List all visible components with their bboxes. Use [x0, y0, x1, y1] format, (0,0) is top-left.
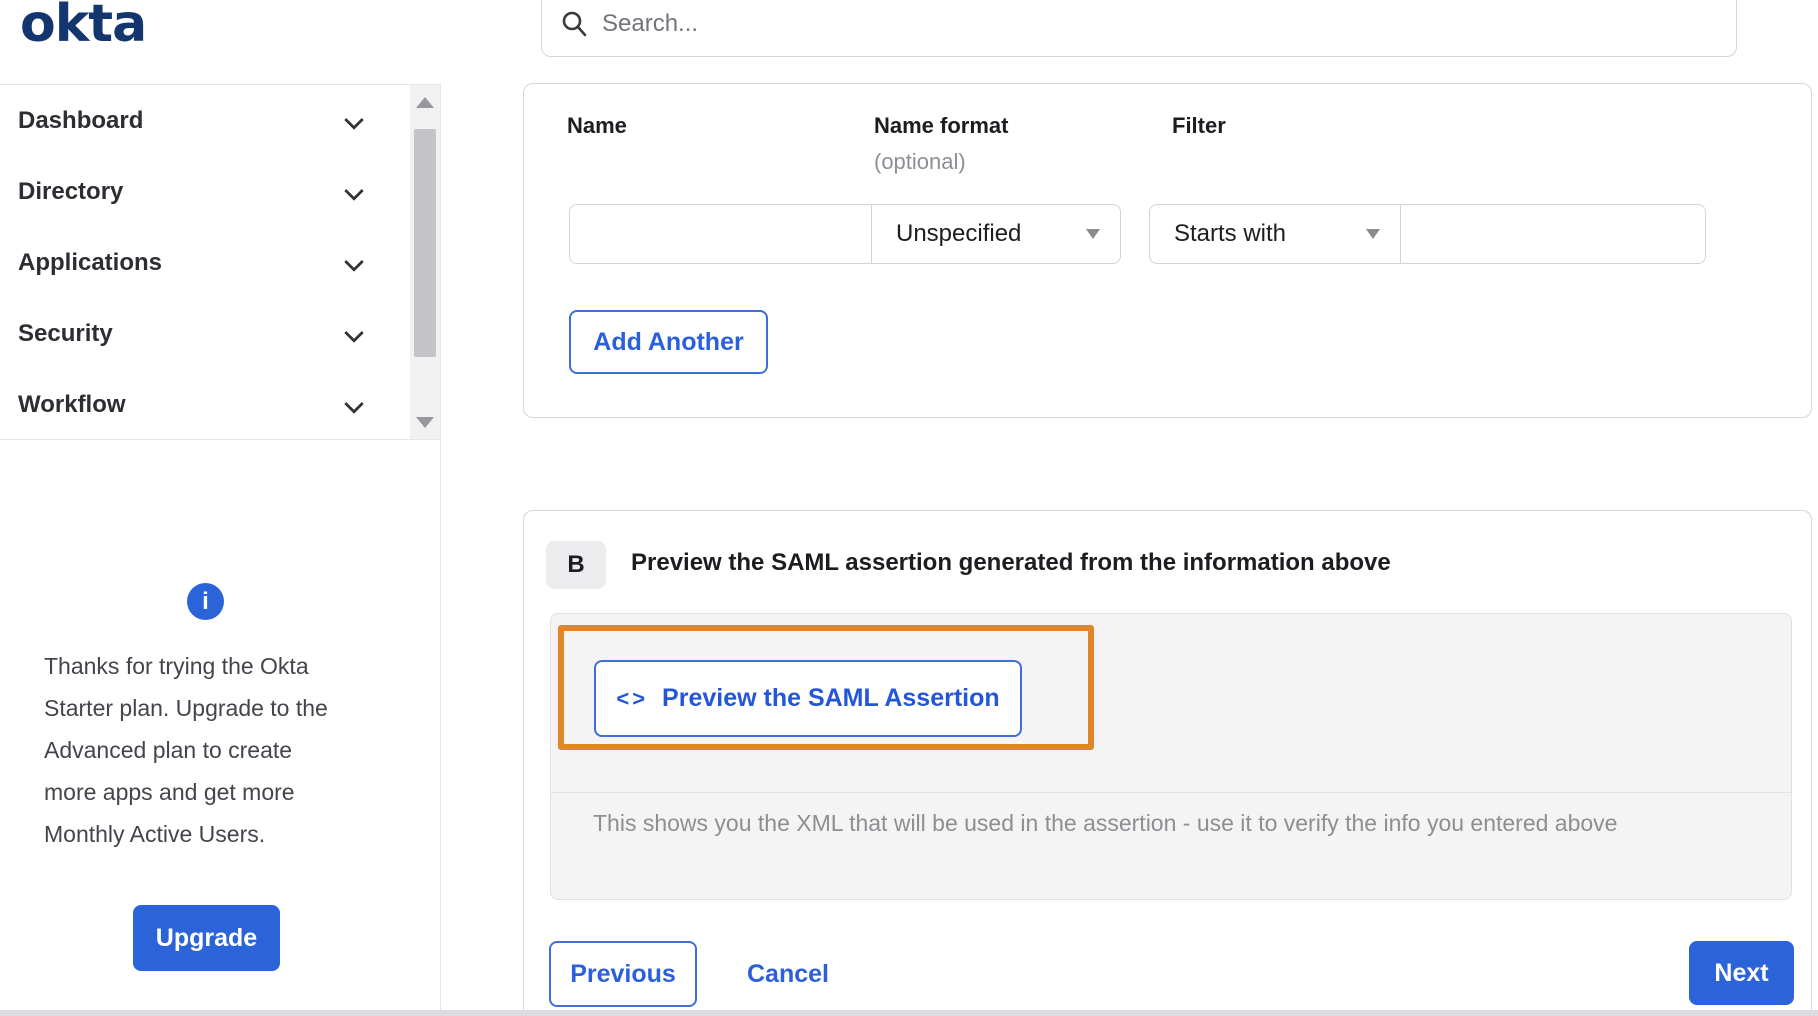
step-b-badge: B	[546, 541, 606, 589]
search-icon	[562, 11, 587, 36]
sidebar-nav: Dashboard Directory Applications Securit…	[0, 84, 440, 440]
preview-box-divider	[551, 792, 1791, 793]
info-icon: i	[187, 583, 224, 620]
triangle-down-icon	[416, 416, 434, 428]
okta-logo[interactable]: okta	[20, 0, 147, 54]
sidebar-item-label: Workflow	[18, 390, 126, 418]
caret-down-icon	[1366, 229, 1380, 239]
filter-value-input[interactable]	[1400, 205, 1705, 263]
search-bar	[541, 0, 1737, 57]
preview-saml-assertion-button[interactable]: <> Preview the SAML Assertion	[594, 660, 1022, 737]
chevron-down-icon	[344, 253, 364, 273]
name-format-selected-value: Unspecified	[896, 220, 1022, 247]
sidebar-item-label: Directory	[18, 177, 124, 205]
sidebar-item-security[interactable]: Security	[0, 298, 440, 369]
attribute-statements-panel: Name Name format (optional) Filter Unspe…	[523, 83, 1812, 418]
name-format-optional-hint: (optional)	[874, 149, 966, 174]
sidebar-scrollbar[interactable]	[410, 85, 440, 439]
chevron-down-icon	[344, 111, 364, 131]
previous-button[interactable]: Previous	[549, 941, 697, 1007]
sidebar-divider	[440, 84, 441, 1010]
preview-saml-assertion-label: Preview the SAML Assertion	[662, 684, 1000, 712]
sidebar-item-workflow[interactable]: Workflow	[0, 369, 440, 440]
caret-down-icon	[1086, 229, 1100, 239]
assertion-description: This shows you the XML that will be used…	[593, 810, 1618, 836]
scrollbar-thumb[interactable]	[414, 129, 436, 357]
chevron-down-icon	[344, 324, 364, 344]
upgrade-message: Thanks for trying the Okta Starter plan.…	[44, 653, 328, 847]
okta-admin-app: okta Dashboard Directory Applications Se…	[0, 0, 1818, 1016]
filter-type-select[interactable]: Starts with	[1150, 205, 1400, 263]
filter-column-label: Filter	[1172, 113, 1226, 138]
name-format-column-label: Name format	[874, 113, 1009, 138]
upgrade-button[interactable]: Upgrade	[133, 905, 280, 971]
sidebar-item-directory[interactable]: Directory	[0, 156, 440, 227]
attribute-name-input[interactable]	[570, 205, 871, 263]
scroll-up-button[interactable]	[410, 89, 440, 115]
cancel-button[interactable]: Cancel	[747, 941, 829, 1007]
chevron-down-icon	[344, 182, 364, 202]
sidebar-item-label: Applications	[18, 248, 163, 276]
filter-group: Starts with	[1149, 204, 1706, 264]
bottom-edge-strip	[0, 1010, 1818, 1016]
add-another-button[interactable]: Add Another	[569, 310, 768, 374]
scroll-down-button[interactable]	[410, 409, 440, 435]
sidebar-item-label: Dashboard	[18, 106, 144, 134]
next-button[interactable]: Next	[1689, 941, 1794, 1005]
preview-saml-panel: B Preview the SAML assertion generated f…	[523, 510, 1812, 1016]
chevron-down-icon	[344, 395, 364, 415]
sidebar-item-applications[interactable]: Applications	[0, 227, 440, 298]
triangle-up-icon	[416, 96, 434, 108]
name-format-select[interactable]: Unspecified	[871, 205, 1120, 263]
code-icon: <>	[616, 685, 649, 711]
sidebar-item-dashboard[interactable]: Dashboard	[0, 85, 440, 156]
assertion-preview-box: <> Preview the SAML Assertion This shows…	[550, 613, 1792, 900]
preview-section-title: Preview the SAML assertion generated fro…	[631, 549, 1391, 576]
search-input[interactable]	[588, 0, 1736, 56]
filter-type-selected-value: Starts with	[1174, 220, 1287, 247]
sidebar-item-label: Security	[18, 319, 113, 347]
name-column-label: Name	[567, 113, 627, 138]
name-and-format-group: Unspecified	[569, 204, 1121, 264]
